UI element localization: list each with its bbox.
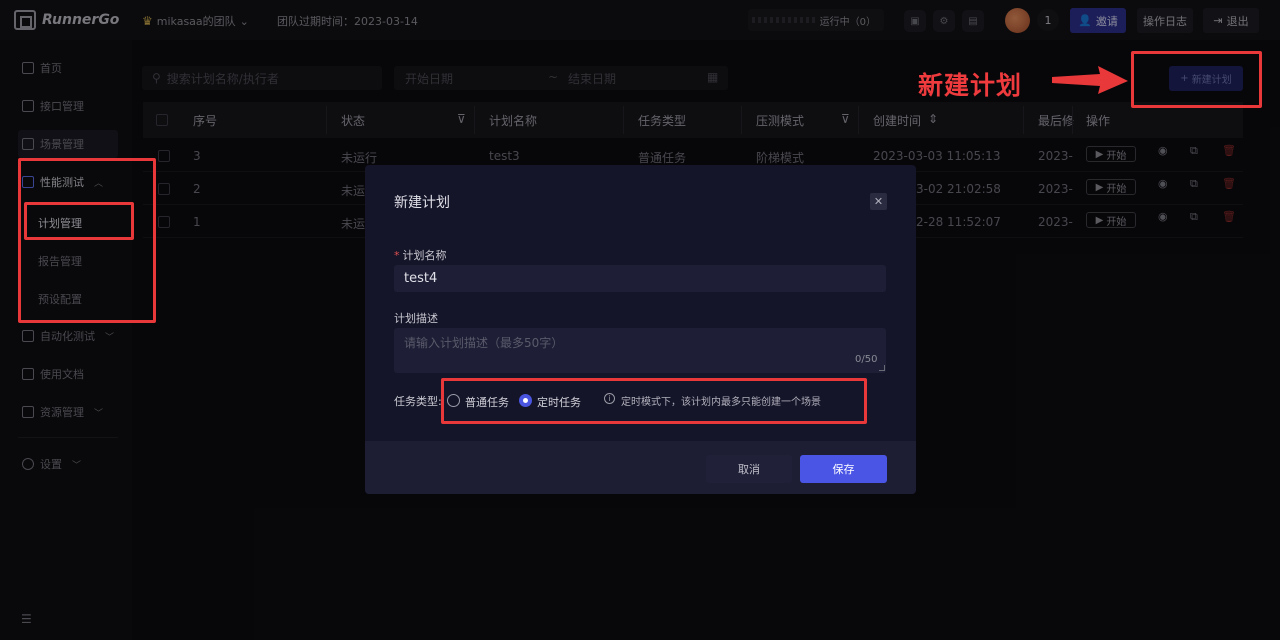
annotation-box-new-plan <box>1131 51 1262 108</box>
modal-title: 新建计划 <box>394 195 450 211</box>
new-plan-modal: 新建计划 ✕ * 计划名称 test4 计划描述 请输入计划描述（最多50字） 0… <box>365 165 916 494</box>
desc-counter: 0/50 <box>855 354 878 365</box>
annotation-box-sidebar <box>18 158 156 323</box>
annotation-label: 新建计划 <box>918 71 1023 100</box>
task-type-label: 任务类型: <box>394 395 442 408</box>
plan-name-label: * 计划名称 <box>394 247 447 263</box>
save-button[interactable]: 保存 <box>800 455 887 483</box>
required-mark: * <box>394 249 400 262</box>
plan-desc-label: 计划描述 <box>394 312 438 325</box>
close-icon[interactable]: ✕ <box>870 193 887 210</box>
plan-desc-textarea[interactable]: 请输入计划描述（最多50字） <box>394 328 886 373</box>
resize-handle[interactable] <box>879 365 885 371</box>
plan-name-label-text: 计划名称 <box>402 249 447 262</box>
plan-name-input[interactable]: test4 <box>394 265 886 292</box>
cancel-button[interactable]: 取消 <box>706 455 792 483</box>
annotation-box-task-type <box>441 378 867 424</box>
annotation-box-plan-menu <box>24 202 134 240</box>
annotation-arrow-icon <box>1052 66 1128 94</box>
